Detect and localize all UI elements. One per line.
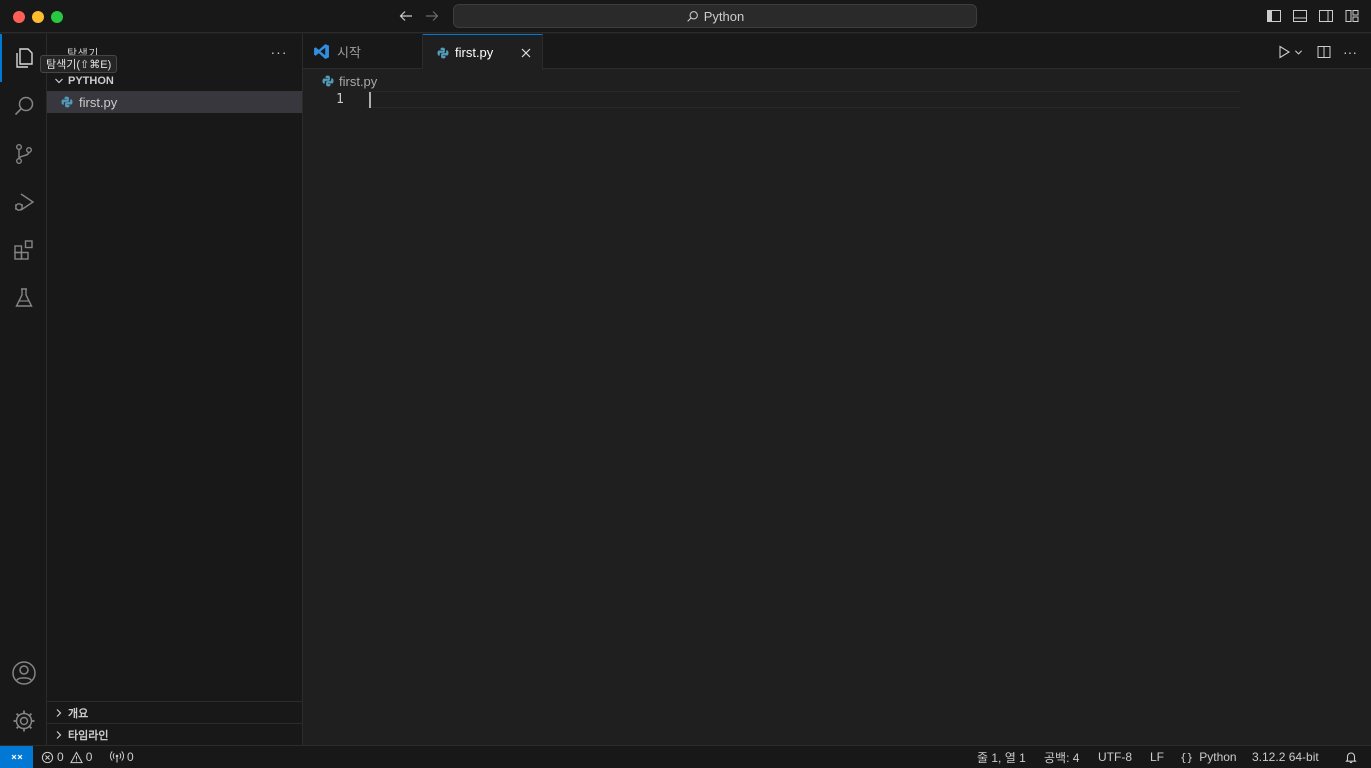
error-icon bbox=[41, 751, 54, 763]
remote-indicator-button[interactable] bbox=[0, 746, 33, 768]
file-item-first-py[interactable]: first.py bbox=[47, 91, 302, 113]
file-name: first.py bbox=[79, 94, 118, 110]
explorer-tooltip: 탐색기(⇧⌘E) bbox=[40, 55, 118, 73]
search-icon bbox=[14, 96, 33, 116]
chevron-right-icon bbox=[52, 706, 66, 720]
run-debug-icon bbox=[14, 193, 34, 211]
gear-icon bbox=[13, 710, 34, 732]
close-icon bbox=[521, 48, 531, 58]
python-file-icon bbox=[61, 96, 73, 108]
ports-count: 0 bbox=[127, 750, 134, 764]
layout-sidebar-right-icon bbox=[1319, 10, 1333, 22]
end-of-line-button[interactable]: LF bbox=[1150, 746, 1164, 768]
braces-icon: {} bbox=[1180, 750, 1194, 764]
command-center-label: Python bbox=[703, 8, 745, 24]
vscode-logo-icon bbox=[314, 44, 329, 59]
chevron-down-icon bbox=[1294, 49, 1303, 55]
go-back-button[interactable] bbox=[396, 6, 416, 26]
activity-search[interactable] bbox=[0, 82, 47, 130]
warning-count: 0 bbox=[85, 750, 93, 764]
error-count: 0 bbox=[57, 750, 64, 764]
arrow-right-icon bbox=[426, 11, 439, 21]
python-file-icon bbox=[322, 75, 334, 87]
source-control-icon bbox=[15, 144, 32, 165]
activity-run-debug[interactable] bbox=[0, 178, 47, 226]
tab-welcome[interactable]: 시작 bbox=[303, 34, 423, 69]
customize-layout-button[interactable] bbox=[1343, 7, 1361, 25]
go-forward-button[interactable] bbox=[422, 6, 442, 26]
outline-section-header[interactable]: 개요 bbox=[47, 701, 302, 723]
split-editor-button[interactable] bbox=[1315, 43, 1333, 61]
python-file-icon bbox=[437, 47, 449, 58]
activity-manage[interactable] bbox=[0, 697, 47, 745]
ports-button[interactable]: 0 bbox=[110, 746, 134, 768]
editor-area[interactable] bbox=[303, 70, 1371, 745]
run-python-file-button[interactable] bbox=[1275, 43, 1305, 61]
toggle-primary-sidebar-button[interactable] bbox=[1265, 7, 1283, 25]
indentation-button[interactable]: 공백: 4 bbox=[1044, 746, 1079, 768]
problems-button[interactable]: 0 0 bbox=[41, 746, 92, 768]
toggle-secondary-sidebar-button[interactable] bbox=[1317, 7, 1335, 25]
status-bar: 0 0 0 줄 1, 열 1 공백: 4 UTF-8 LF {} Python … bbox=[0, 745, 1371, 768]
layout-customize-icon bbox=[1345, 10, 1359, 22]
activity-bar bbox=[0, 34, 47, 745]
bell-icon bbox=[1345, 752, 1357, 764]
activity-testing[interactable] bbox=[0, 274, 47, 322]
activity-extensions[interactable] bbox=[0, 226, 47, 274]
editor-tab-bar: 시작 first.py ··· bbox=[303, 34, 1371, 70]
tab-close-button[interactable] bbox=[518, 45, 534, 61]
notifications-button[interactable] bbox=[1344, 746, 1358, 768]
search-icon bbox=[687, 10, 698, 22]
text-cursor bbox=[369, 92, 371, 108]
folder-header-python[interactable]: PYTHON bbox=[47, 70, 302, 92]
play-icon bbox=[1279, 45, 1291, 59]
cursor-position-button[interactable]: 줄 1, 열 1 bbox=[977, 746, 1026, 768]
warning-icon bbox=[69, 750, 83, 763]
account-icon bbox=[11, 661, 36, 685]
breadcrumb[interactable]: first.py bbox=[322, 72, 377, 90]
window-maximize-button[interactable] bbox=[51, 11, 63, 23]
flask-icon bbox=[14, 288, 33, 307]
activity-accounts[interactable] bbox=[0, 649, 47, 697]
tab-label: first.py bbox=[455, 45, 494, 60]
line-number: 1 bbox=[336, 92, 344, 107]
remote-icon bbox=[11, 754, 22, 760]
broadcast-icon bbox=[110, 751, 124, 763]
extensions-icon bbox=[13, 240, 33, 260]
language-label: Python bbox=[1199, 750, 1237, 764]
window-minimize-button[interactable] bbox=[32, 11, 44, 23]
chevron-down-icon bbox=[52, 74, 66, 88]
split-editor-icon bbox=[1317, 46, 1331, 58]
layout-panel-icon bbox=[1293, 10, 1307, 22]
sidebar-more-actions-button[interactable]: ··· bbox=[269, 42, 289, 62]
arrow-left-icon bbox=[399, 11, 412, 21]
toggle-panel-button[interactable] bbox=[1291, 7, 1309, 25]
layout-sidebar-left-icon bbox=[1267, 10, 1281, 22]
breadcrumb-file: first.py bbox=[339, 73, 378, 89]
current-line-highlight bbox=[367, 91, 1240, 108]
timeline-section-header[interactable]: 타임라인 bbox=[47, 723, 302, 745]
title-bar: Python bbox=[0, 0, 1371, 33]
editor-more-actions-button[interactable]: ··· bbox=[1340, 43, 1360, 61]
files-icon bbox=[15, 48, 33, 68]
timeline-section-label: 타임라인 bbox=[68, 729, 109, 742]
chevron-right-icon bbox=[52, 728, 66, 742]
explorer-sidebar: 탐색기 ··· PYTHON first.py 개요 타임라인 bbox=[47, 34, 303, 745]
folder-name: PYTHON bbox=[68, 75, 114, 87]
python-interpreter-button[interactable]: 3.12.2 64-bit bbox=[1252, 746, 1319, 768]
encoding-button[interactable]: UTF-8 bbox=[1098, 746, 1132, 768]
language-mode-button[interactable]: {} Python bbox=[1180, 746, 1237, 768]
activity-source-control[interactable] bbox=[0, 130, 47, 178]
tab-label: 시작 bbox=[337, 45, 361, 60]
window-close-button[interactable] bbox=[13, 11, 25, 23]
command-center-search[interactable]: Python bbox=[453, 4, 977, 28]
tab-first-py[interactable]: first.py bbox=[423, 34, 543, 70]
outline-section-label: 개요 bbox=[68, 707, 89, 720]
